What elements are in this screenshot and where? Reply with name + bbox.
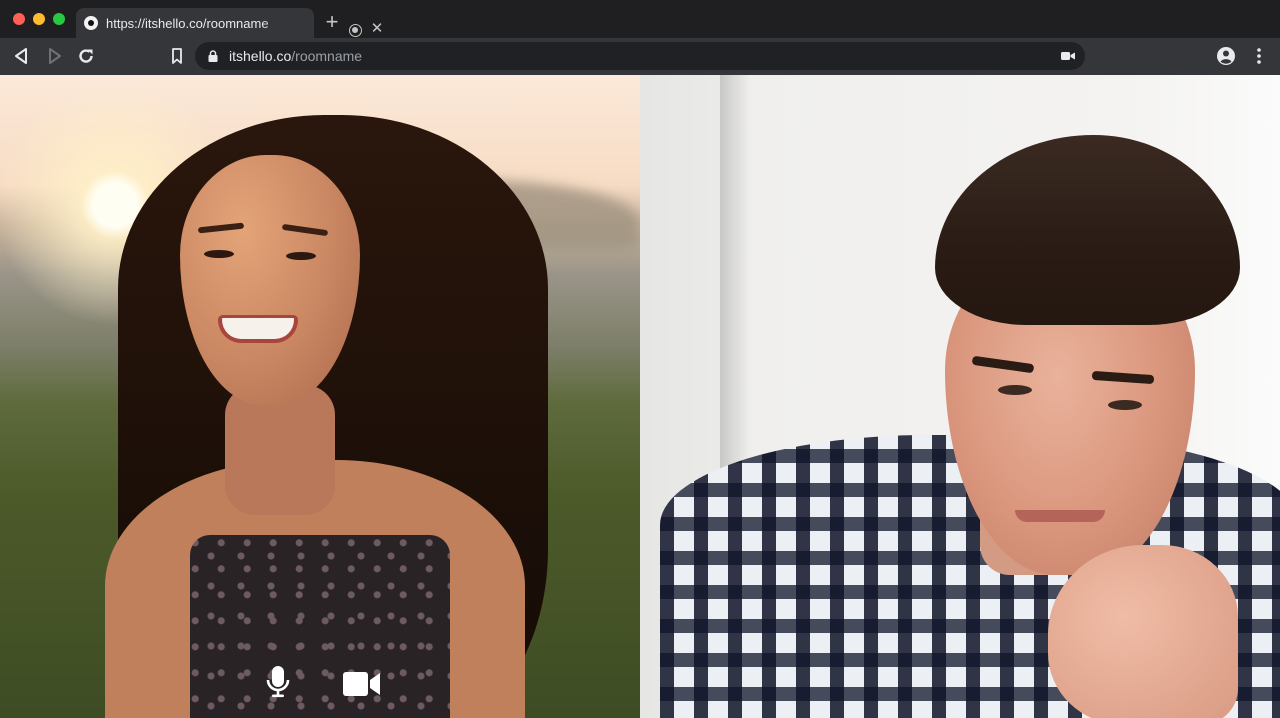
lock-icon: [208, 50, 218, 62]
browser-tab[interactable]: https://itshello.co/roomname ✕: [76, 8, 383, 38]
video-call-area: [0, 75, 1280, 718]
address-bar[interactable]: itshello.co/roomname: [195, 42, 1085, 70]
eye: [998, 385, 1032, 395]
call-controls: [265, 665, 385, 705]
itshello-icon: [84, 16, 98, 30]
reload-icon: [79, 49, 93, 63]
recording-icon: [349, 24, 362, 37]
kebab-menu-icon: [1257, 48, 1261, 64]
browser-menu-button[interactable]: [1248, 45, 1270, 67]
tab-title: https://itshello.co/roomname: [106, 16, 269, 31]
plus-icon: +: [325, 9, 339, 34]
forward-arrow-icon: [49, 48, 61, 64]
camera-in-use-icon[interactable]: [1061, 51, 1075, 61]
account-circle-icon: [1217, 47, 1235, 65]
participant-right-video: [640, 75, 1280, 718]
mouth: [1015, 510, 1105, 522]
window-controls: [13, 13, 65, 25]
hair: [935, 135, 1240, 325]
eye: [1108, 400, 1142, 410]
forward-button[interactable]: [43, 45, 65, 67]
url-text[interactable]: itshello.co/roomname: [229, 48, 362, 64]
zoom-window-button[interactable]: [53, 13, 65, 25]
browser-window: https://itshello.co/roomname ✕ + itshell…: [0, 0, 1280, 718]
tab-strip: https://itshello.co/roomname ✕ +: [0, 0, 1280, 38]
close-window-button[interactable]: [13, 13, 25, 25]
participant-left-video: [0, 75, 640, 718]
eye: [204, 250, 234, 258]
profile-button[interactable]: [1215, 45, 1237, 67]
url-path: /roomname: [291, 48, 363, 64]
browser-toolbar: itshello.co/roomname: [0, 38, 1280, 75]
toggle-camera-button[interactable]: [343, 671, 381, 697]
minimize-window-button[interactable]: [33, 13, 45, 25]
hand: [1048, 545, 1238, 718]
video-camera-icon: [343, 672, 380, 696]
bookmark-button[interactable]: [166, 45, 188, 67]
smile: [218, 315, 298, 343]
back-button[interactable]: [11, 45, 33, 67]
reload-button[interactable]: [75, 45, 97, 67]
mute-microphone-button[interactable]: [265, 665, 291, 699]
url-host: itshello.co: [229, 48, 292, 64]
microphone-icon: [266, 666, 290, 698]
eye: [286, 252, 316, 260]
new-tab-button[interactable]: +: [322, 9, 342, 34]
close-icon[interactable]: ✕: [370, 21, 384, 37]
bookmark-icon: [172, 48, 182, 64]
back-arrow-icon: [15, 48, 27, 64]
